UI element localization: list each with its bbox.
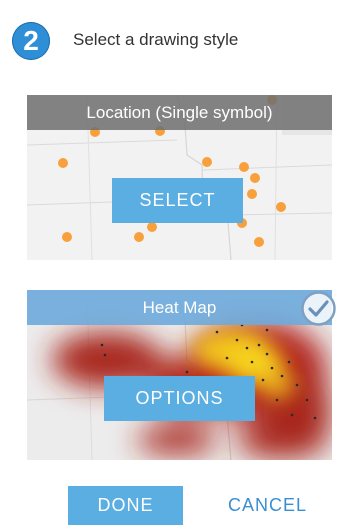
location-card-title: Location (Single symbol) [27, 95, 332, 130]
step-number-badge: 2 [12, 22, 50, 60]
select-button[interactable]: SELECT [112, 178, 243, 223]
location-style-card[interactable]: Location (Single symbol) SELECT [27, 95, 332, 260]
heatmap-card-title: Heat Map [27, 290, 332, 325]
step-title: Select a drawing style [73, 30, 239, 49]
done-button[interactable]: DONE [68, 486, 183, 525]
selected-check-icon [301, 291, 336, 326]
step-header: 2 Select a drawing style [0, 0, 337, 80]
heatmap-style-card[interactable]: Heat Map OPTIONS [27, 290, 332, 460]
options-button[interactable]: OPTIONS [104, 376, 255, 421]
cancel-button[interactable]: CANCEL [210, 486, 325, 525]
